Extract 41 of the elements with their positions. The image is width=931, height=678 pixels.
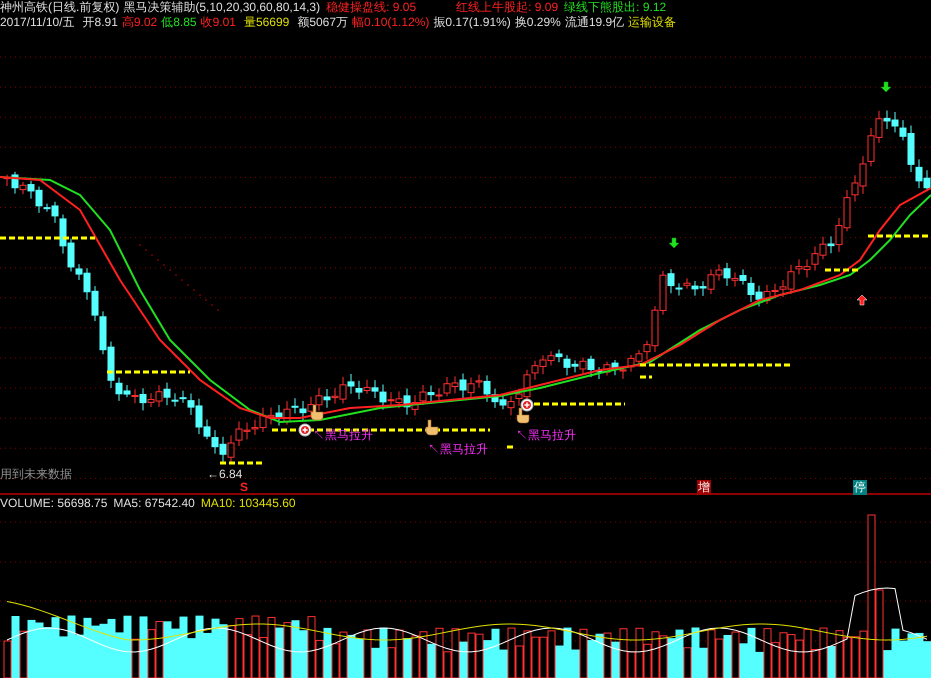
down-arrow-icon <box>668 238 680 248</box>
pointing-hand-icon <box>426 420 438 436</box>
quote-field: 振0.17(1.91%) <box>433 15 511 30</box>
quote-date: 2017/11/10/五 <box>0 15 75 30</box>
support-line <box>640 376 652 378</box>
quote-field: 幅0.10(1.12%) <box>352 15 430 30</box>
quote-field: 开8.91 <box>82 15 118 30</box>
quote-field: 收9.01 <box>200 15 236 30</box>
quote-field: 额5067万 <box>297 15 348 30</box>
sector-label: 运输设备 <box>628 15 676 30</box>
signal-label: ↖黑马拉升 <box>516 428 576 443</box>
stock-title: 神州高铁(日线.前复权) <box>0 0 120 15</box>
pointing-hand-icon <box>516 408 530 424</box>
quote-field: 高9.02 <box>122 15 158 30</box>
volume-reading: VOLUME: 56698.75 <box>0 496 108 511</box>
quote-field: 流通19.9亿 <box>564 15 624 30</box>
pointing-hand-icon <box>310 404 324 420</box>
indicator-value: 稳健操盘线: 9.05 <box>326 0 416 15</box>
sell-signal-label: S <box>240 480 248 495</box>
quote-field: 量56699 <box>244 15 290 30</box>
support-line <box>220 462 265 464</box>
down-arrow-icon <box>880 82 892 92</box>
quote-field: 低8.85 <box>161 15 197 30</box>
buy-point-icon <box>520 398 534 412</box>
signal-label: ↖黑马拉升 <box>313 428 373 443</box>
support-line <box>507 446 514 448</box>
buy-point-icon <box>298 424 312 436</box>
quote-field: 换0.29% <box>514 15 561 30</box>
support-line <box>868 234 931 238</box>
indicator-value: 红线上牛股起: 9.09 <box>456 0 558 15</box>
signal-label: ↖黑马拉升 <box>428 442 488 457</box>
halt-badge: 停 <box>853 480 867 495</box>
volume-reading: MA10: 103445.60 <box>200 496 296 511</box>
warning-text: 用到未来数据 <box>0 467 72 482</box>
indicator-name: 黑马决策辅助(5,10,20,30,60,80,14,3) <box>123 0 320 15</box>
add-badge: 增 <box>697 480 711 495</box>
up-arrow-icon <box>856 294 868 306</box>
low-price-label: ←6.84 <box>207 467 242 482</box>
volume-reading: MA5: 67542.40 <box>113 496 195 511</box>
indicator-value: 绿线下熊股出: 9.12 <box>564 0 666 15</box>
support-line <box>825 268 860 272</box>
